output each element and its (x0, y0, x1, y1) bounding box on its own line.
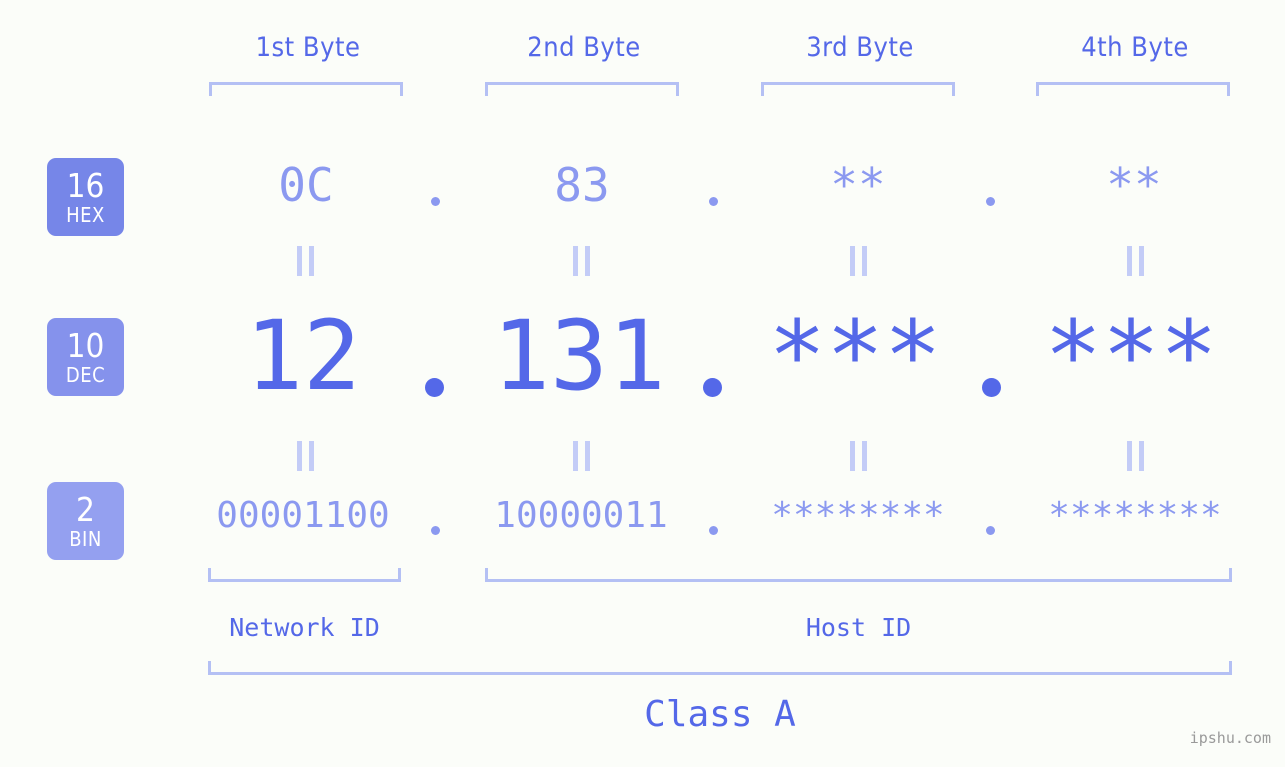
base-badge-bin: 2 BIN (47, 482, 124, 560)
dec-byte-2-value: 131 (492, 300, 666, 412)
ip-breakdown-diagram: 1st Byte 2nd Byte 3rd Byte 4th Byte 16 H… (0, 0, 1285, 767)
hex-byte-2-value: 83 (554, 158, 610, 212)
equality-mark-dec-bin-3 (847, 441, 869, 471)
hex-byte-1-value: 0C (278, 158, 334, 212)
hex-byte-4-value: ** (1106, 158, 1162, 212)
network-id-bracket (208, 568, 401, 582)
bin-separator-2 (709, 526, 718, 535)
equality-mark-hex-dec-3 (847, 246, 869, 276)
class-bracket (208, 661, 1232, 675)
bin-separator-3 (986, 526, 995, 535)
base-badge-hex-label: HEX (66, 203, 105, 227)
byte-bracket-4 (1036, 82, 1230, 96)
base-badge-hex-number: 16 (66, 166, 105, 205)
equality-mark-hex-dec-2 (570, 246, 592, 276)
equality-mark-dec-bin-1 (294, 441, 316, 471)
base-badge-hex: 16 HEX (47, 158, 124, 236)
hex-separator-3 (986, 197, 995, 206)
bin-separator-1 (431, 526, 440, 535)
byte-bracket-3 (761, 82, 955, 96)
base-badge-dec-number: 10 (66, 326, 105, 365)
dec-byte-1-value: 12 (245, 300, 361, 412)
equality-mark-hex-dec-1 (294, 246, 316, 276)
dec-separator-2 (703, 378, 722, 397)
bin-byte-3-value: ******** (771, 495, 945, 536)
base-badge-dec: 10 DEC (47, 318, 124, 396)
base-badge-bin-label: BIN (69, 527, 102, 551)
class-label: Class A (644, 694, 796, 735)
byte-bracket-2 (485, 82, 679, 96)
dec-separator-3 (982, 378, 1001, 397)
base-badge-bin-number: 2 (76, 490, 95, 529)
bin-byte-2-value: 10000011 (494, 495, 668, 536)
hex-byte-3-value: ** (830, 158, 886, 212)
byte-header-4: 4th Byte (1081, 32, 1189, 63)
network-id-label: Network ID (229, 613, 380, 642)
bin-byte-1-value: 00001100 (216, 495, 390, 536)
dec-separator-1 (425, 378, 444, 397)
equality-mark-dec-bin-4 (1124, 441, 1146, 471)
site-watermark: ipshu.com (1189, 729, 1271, 747)
byte-header-3: 3rd Byte (806, 32, 914, 63)
byte-header-2: 2nd Byte (527, 32, 641, 63)
equality-mark-hex-dec-4 (1124, 246, 1146, 276)
byte-bracket-1 (209, 82, 403, 96)
host-id-label: Host ID (805, 613, 912, 642)
byte-header-1: 1st Byte (255, 32, 361, 63)
host-id-bracket (485, 568, 1232, 582)
hex-separator-1 (431, 197, 440, 206)
bin-byte-4-value: ******** (1048, 495, 1222, 536)
dec-byte-4-value: *** (1044, 300, 1218, 412)
dec-byte-3-value: *** (768, 300, 942, 412)
hex-separator-2 (709, 197, 718, 206)
equality-mark-dec-bin-2 (570, 441, 592, 471)
base-badge-dec-label: DEC (65, 363, 106, 387)
